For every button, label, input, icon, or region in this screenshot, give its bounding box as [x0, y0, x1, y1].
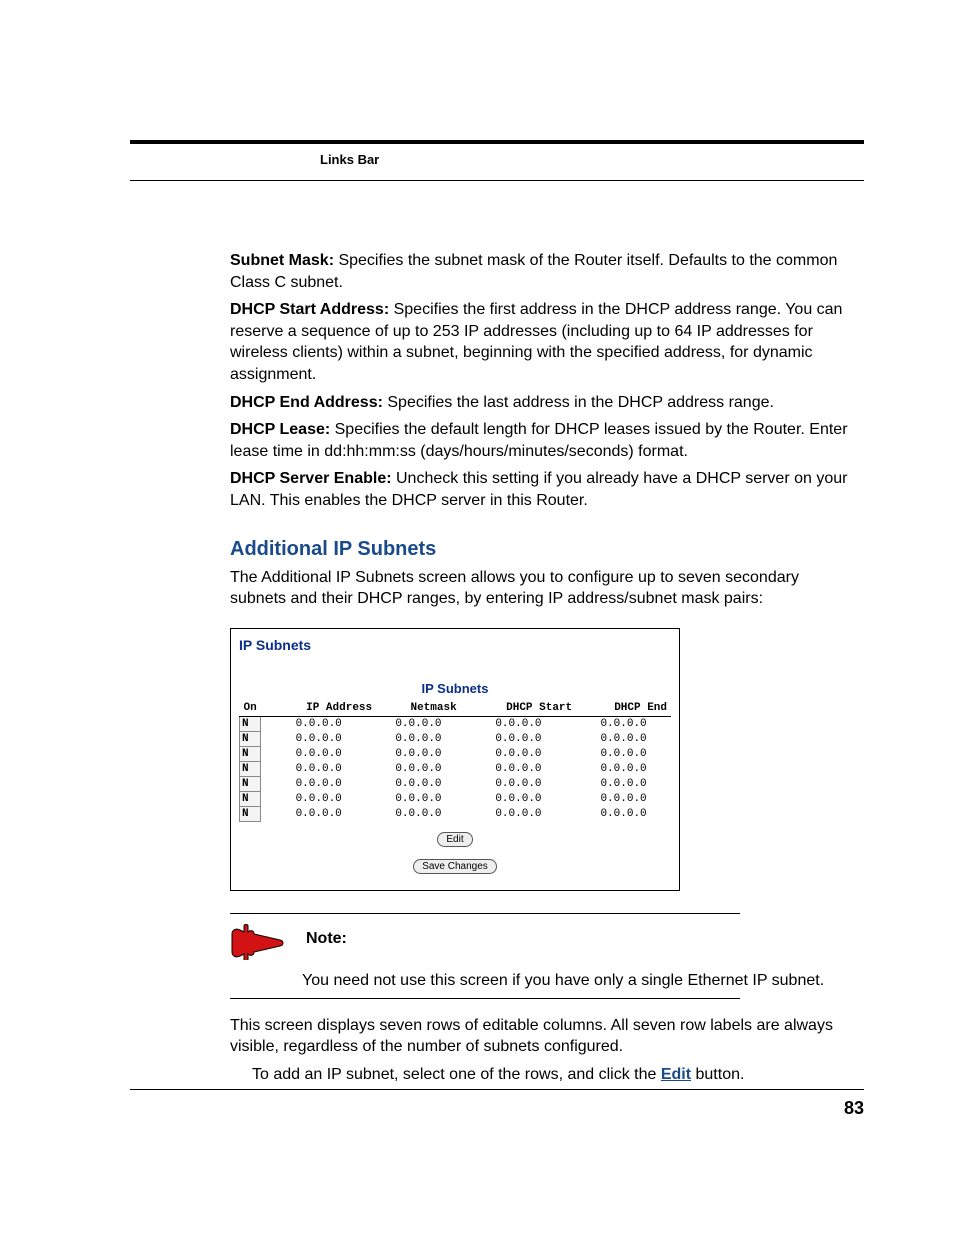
col-ip: IP Address	[261, 700, 376, 717]
col-dhcp-end: DHCP End	[576, 700, 671, 717]
cell-netmask: 0.0.0.0	[376, 746, 461, 761]
def-subnet-mask-label: Subnet Mask:	[230, 252, 334, 269]
cell-netmask: 0.0.0.0	[376, 716, 461, 731]
cell-dhcp-end: 0.0.0.0	[576, 791, 671, 806]
save-changes-button[interactable]: Save Changes	[413, 859, 497, 874]
box-title: IP Subnets	[239, 637, 671, 653]
col-on: On	[240, 700, 261, 717]
cell-on[interactable]: N	[240, 776, 261, 791]
cell-dhcp-end: 0.0.0.0	[576, 746, 671, 761]
note-bottom-rule	[230, 998, 740, 999]
def-dhcp-end-text: Specifies the last address in the DHCP a…	[383, 394, 774, 411]
footer-rule	[130, 1089, 864, 1090]
page-number: 83	[844, 1098, 864, 1119]
def-dhcp-server-enable-label: DHCP Server Enable:	[230, 470, 392, 487]
def-dhcp-lease-label: DHCP Lease:	[230, 421, 330, 438]
cell-dhcp-start: 0.0.0.0	[461, 716, 576, 731]
cell-ip: 0.0.0.0	[261, 806, 376, 821]
cell-dhcp-start: 0.0.0.0	[461, 761, 576, 776]
cell-ip: 0.0.0.0	[261, 761, 376, 776]
cell-ip: 0.0.0.0	[261, 716, 376, 731]
subnet-table-header: On IP Address Netmask DHCP Start DHCP En…	[240, 700, 672, 717]
cell-ip: 0.0.0.0	[261, 746, 376, 761]
table-row[interactable]: N0.0.0.00.0.0.00.0.0.00.0.0.0	[240, 731, 672, 746]
tail-p1: This screen displays seven rows of edita…	[230, 1015, 854, 1058]
def-dhcp-lease: DHCP Lease: Specifies the default length…	[230, 419, 854, 462]
cell-netmask: 0.0.0.0	[376, 761, 461, 776]
cell-dhcp-start: 0.0.0.0	[461, 791, 576, 806]
table-row[interactable]: N0.0.0.00.0.0.00.0.0.00.0.0.0	[240, 806, 672, 821]
def-subnet-mask: Subnet Mask: Specifies the subnet mask o…	[230, 250, 854, 293]
links-bar-label: Links Bar	[320, 152, 379, 167]
cell-dhcp-end: 0.0.0.0	[576, 731, 671, 746]
tail-p2: To add an IP subnet, select one of the r…	[252, 1064, 854, 1086]
cell-on[interactable]: N	[240, 806, 261, 821]
cell-dhcp-end: 0.0.0.0	[576, 761, 671, 776]
section-intro: The Additional IP Subnets screen allows …	[230, 567, 854, 610]
cell-on[interactable]: N	[240, 791, 261, 806]
cell-netmask: 0.0.0.0	[376, 731, 461, 746]
cell-dhcp-start: 0.0.0.0	[461, 776, 576, 791]
cell-netmask: 0.0.0.0	[376, 776, 461, 791]
cell-dhcp-start: 0.0.0.0	[461, 746, 576, 761]
table-row[interactable]: N0.0.0.00.0.0.00.0.0.00.0.0.0	[240, 716, 672, 731]
def-dhcp-end: DHCP End Address: Specifies the last add…	[230, 392, 854, 414]
edit-button[interactable]: Edit	[437, 832, 472, 847]
box-subtitle: IP Subnets	[239, 681, 671, 696]
def-dhcp-end-label: DHCP End Address:	[230, 394, 383, 411]
def-dhcp-start-label: DHCP Start Address:	[230, 301, 389, 318]
note-text: You need not use this screen if you have…	[230, 966, 854, 998]
pointing-hand-icon	[230, 924, 284, 960]
cell-netmask: 0.0.0.0	[376, 791, 461, 806]
header-rule-thin	[130, 180, 864, 181]
def-dhcp-start: DHCP Start Address: Specifies the first …	[230, 299, 854, 385]
table-row[interactable]: N0.0.0.00.0.0.00.0.0.00.0.0.0	[240, 746, 672, 761]
cell-on[interactable]: N	[240, 716, 261, 731]
cell-on[interactable]: N	[240, 731, 261, 746]
tail-p2-pre: To add an IP subnet, select one of the r…	[252, 1066, 661, 1083]
col-dhcp-start: DHCP Start	[461, 700, 576, 717]
cell-netmask: 0.0.0.0	[376, 806, 461, 821]
col-netmask: Netmask	[376, 700, 461, 717]
cell-dhcp-end: 0.0.0.0	[576, 806, 671, 821]
cell-dhcp-end: 0.0.0.0	[576, 716, 671, 731]
header-rule-thick	[130, 140, 864, 144]
cell-ip: 0.0.0.0	[261, 731, 376, 746]
cell-on[interactable]: N	[240, 746, 261, 761]
cell-dhcp-start: 0.0.0.0	[461, 731, 576, 746]
tail-p2-post: button.	[691, 1066, 744, 1083]
table-row[interactable]: N0.0.0.00.0.0.00.0.0.00.0.0.0	[240, 761, 672, 776]
cell-ip: 0.0.0.0	[261, 791, 376, 806]
cell-on[interactable]: N	[240, 761, 261, 776]
cell-ip: 0.0.0.0	[261, 776, 376, 791]
section-heading: Additional IP Subnets	[230, 538, 854, 561]
note-label: Note:	[306, 924, 347, 948]
edit-link[interactable]: Edit	[661, 1066, 691, 1083]
subnet-table: On IP Address Netmask DHCP Start DHCP En…	[239, 700, 671, 822]
table-row[interactable]: N0.0.0.00.0.0.00.0.0.00.0.0.0	[240, 776, 672, 791]
cell-dhcp-start: 0.0.0.0	[461, 806, 576, 821]
cell-dhcp-end: 0.0.0.0	[576, 776, 671, 791]
table-row[interactable]: N0.0.0.00.0.0.00.0.0.00.0.0.0	[240, 791, 672, 806]
note-block: Note: You need not use this screen if yo…	[230, 913, 854, 999]
ip-subnets-screenshot: IP Subnets IP Subnets On IP Address Netm…	[230, 628, 680, 891]
def-dhcp-server-enable: DHCP Server Enable: Uncheck this setting…	[230, 468, 854, 511]
